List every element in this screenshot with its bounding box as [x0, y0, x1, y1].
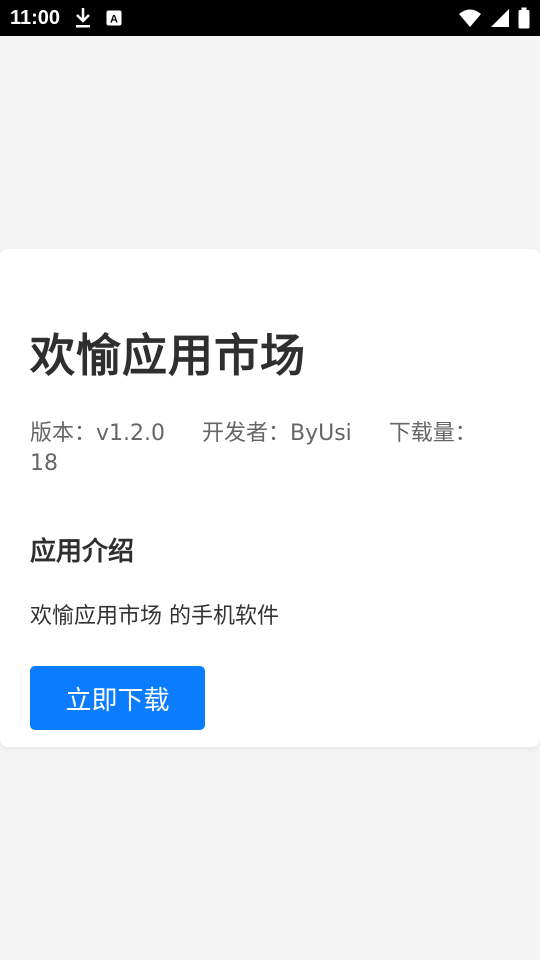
a-badge-icon: A: [106, 10, 122, 26]
status-bar: 11:00 A: [0, 0, 540, 36]
wifi-icon: [458, 8, 482, 28]
intro-section-title: 应用介绍: [30, 537, 135, 567]
status-right-icons: [458, 7, 530, 29]
battery-icon: [518, 7, 530, 29]
signal-icon: [490, 8, 510, 28]
download-icon: [74, 7, 92, 29]
a-badge-letter: A: [110, 14, 118, 26]
app-detail-card: 欢愉应用市场 版本：v1.2.0 开发者：ByUsi 下载量：18 应用介绍 欢…: [0, 249, 540, 747]
app-title: 欢愉应用市场: [30, 329, 307, 382]
app-developer: 开发者：ByUsi: [202, 421, 352, 446]
status-time: 11:00: [10, 6, 61, 29]
download-button[interactable]: 立即下载: [30, 666, 205, 730]
app-description: 欢愉应用市场 的手机软件: [30, 604, 279, 629]
app-version: 版本：v1.2.0: [30, 421, 165, 446]
status-left-icons: A: [74, 7, 122, 29]
app-meta: 版本：v1.2.0 开发者：ByUsi 下载量：18: [30, 419, 500, 479]
